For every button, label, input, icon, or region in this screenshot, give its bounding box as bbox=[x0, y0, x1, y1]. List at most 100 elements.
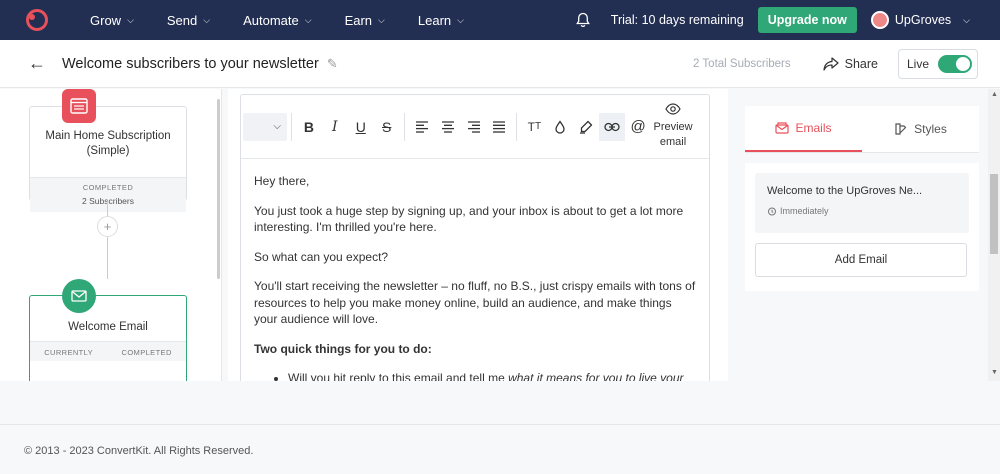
envelope-icon bbox=[62, 279, 96, 313]
body-heading: Two quick things for you to do: bbox=[254, 341, 432, 356]
pencil-icon[interactable]: ✎ bbox=[327, 56, 338, 72]
live-toggle-box: Live bbox=[898, 48, 978, 79]
trial-status: Trial: 10 days remaining bbox=[610, 13, 744, 27]
palette-icon bbox=[895, 123, 907, 135]
body-list: Will you hit reply to this email and tel… bbox=[288, 370, 696, 381]
nav-item-earn[interactable]: Earn ⌵ bbox=[345, 13, 385, 28]
avatar bbox=[870, 11, 889, 29]
body-paragraph: Hey there, bbox=[254, 174, 310, 188]
align-left-icon[interactable] bbox=[409, 113, 435, 141]
trigger-title: Main Home Subscription (Simple) bbox=[45, 130, 171, 157]
strikethrough-icon[interactable]: S bbox=[374, 113, 400, 141]
body-paragraph: You just took a huge step by signing up,… bbox=[254, 203, 684, 235]
share-button[interactable]: Share bbox=[823, 57, 878, 71]
text-style-select[interactable]: ⌵ bbox=[243, 112, 287, 141]
nav-right: Trial: 10 days remaining Upgrade now UpG… bbox=[575, 7, 1000, 33]
align-right-icon[interactable] bbox=[461, 113, 487, 141]
convertkit-logo-icon[interactable] bbox=[26, 9, 48, 31]
at-sign-icon[interactable]: @ bbox=[625, 113, 651, 141]
tab-styles[interactable]: Styles bbox=[862, 106, 979, 152]
page-scrollbar[interactable]: ▲ ▼ bbox=[988, 89, 1000, 381]
form-icon bbox=[62, 89, 96, 123]
align-center-icon[interactable] bbox=[435, 113, 461, 141]
toolbar-divider bbox=[403, 112, 405, 141]
highlight-icon[interactable] bbox=[573, 113, 599, 141]
trigger-subscribers: 2 Subscribers bbox=[82, 196, 134, 206]
add-email-button[interactable]: Add Email bbox=[755, 243, 967, 277]
preview-email-button[interactable]: Preview email bbox=[651, 103, 695, 150]
chevron-down-icon: ⌵ bbox=[963, 14, 970, 25]
bold-icon[interactable]: B bbox=[296, 113, 322, 141]
align-justify-icon[interactable] bbox=[486, 113, 512, 141]
email-editor: ⌵ B I U S TT @ Preview email Hey there, … bbox=[240, 94, 710, 381]
back-arrow-icon[interactable]: ← bbox=[28, 53, 46, 74]
connector-line bbox=[107, 201, 108, 216]
top-nav: Grow ⌵ Send ⌵ Automate ⌵ Earn ⌵ Learn ⌵ Trial… bbox=[0, 0, 1000, 40]
trigger-footer: COMPLETED 2 Subscribers bbox=[30, 177, 186, 212]
header-actions: 2 Total Subscribers Share Live bbox=[693, 48, 1000, 79]
mail-icon bbox=[775, 122, 790, 134]
share-icon bbox=[823, 56, 839, 71]
sequence-header: ← Welcome subscribers to your newsletter… bbox=[0, 40, 1000, 88]
body-paragraph: You'll start receiving the newsletter – … bbox=[254, 279, 696, 326]
underline-icon[interactable]: U bbox=[348, 113, 374, 141]
email-node-title: Welcome Email bbox=[68, 321, 148, 333]
workflow-scrollbar[interactable] bbox=[217, 99, 220, 279]
chevron-down-icon: ⌵ bbox=[457, 14, 464, 25]
main-area: Main Home Subscription (Simple) COMPLETE… bbox=[0, 89, 988, 381]
emails-sidebar: Emails Styles Welcome to the UpGroves Ne… bbox=[745, 106, 979, 291]
sidebar-tabs: Emails Styles bbox=[745, 106, 979, 153]
tab-emails[interactable]: Emails bbox=[745, 106, 862, 152]
scroll-down-icon[interactable]: ▼ bbox=[991, 369, 998, 376]
chevron-down-icon: ⌵ bbox=[378, 14, 385, 25]
email-node-currently: CURRENTLY bbox=[44, 348, 94, 357]
preview-label-2: email bbox=[659, 136, 687, 148]
nav-item-send[interactable]: Send ⌵ bbox=[167, 13, 210, 28]
italic-icon[interactable]: I bbox=[322, 113, 348, 141]
toolbar-divider bbox=[290, 112, 292, 141]
trigger-status: COMPLETED bbox=[82, 183, 134, 192]
email-node-footer: CURRENTLY COMPLETED bbox=[30, 341, 186, 361]
scroll-up-icon[interactable]: ▲ bbox=[991, 91, 998, 98]
email-node-completed: COMPLETED bbox=[121, 348, 172, 357]
alarm-clock-icon bbox=[768, 207, 776, 216]
trigger-node[interactable]: Main Home Subscription (Simple) COMPLETE… bbox=[29, 106, 187, 212]
user-menu[interactable]: UpGroves ⌵ bbox=[870, 11, 970, 29]
body-paragraph: So what can you expect? bbox=[254, 249, 389, 264]
editor-panel: ⌵ B I U S TT @ Preview email Hey there, … bbox=[228, 89, 728, 381]
chevron-down-icon: ⌵ bbox=[127, 14, 134, 25]
live-label: Live bbox=[907, 56, 930, 71]
editor-toolbar: ⌵ B I U S TT @ Preview email bbox=[241, 95, 709, 159]
workflow-panel: Main Home Subscription (Simple) COMPLETE… bbox=[0, 89, 222, 381]
page-title: Welcome subscribers to your newsletter bbox=[62, 55, 319, 72]
nav-item-automate[interactable]: Automate ⌵ bbox=[243, 13, 311, 28]
chevron-down-icon: ⌵ bbox=[273, 121, 281, 132]
add-step-button[interactable]: + bbox=[97, 216, 118, 237]
font-size-icon[interactable]: TT bbox=[521, 113, 547, 141]
email-card-timing: Immediately bbox=[767, 206, 957, 216]
emails-list: Welcome to the UpGroves Ne... Immediatel… bbox=[745, 163, 979, 291]
chevron-down-icon: ⌵ bbox=[304, 14, 312, 25]
bell-icon[interactable] bbox=[575, 12, 591, 28]
text-color-icon[interactable] bbox=[547, 113, 573, 141]
email-body[interactable]: Hey there, You just took a huge step by … bbox=[241, 159, 709, 381]
nav-item-grow[interactable]: Grow ⌵ bbox=[90, 13, 134, 28]
preview-label-1: Preview bbox=[653, 121, 693, 133]
email-node[interactable]: Welcome Email CURRENTLY COMPLETED bbox=[29, 295, 187, 381]
user-name: UpGroves bbox=[894, 13, 952, 27]
live-toggle[interactable] bbox=[938, 54, 973, 73]
connector-line bbox=[107, 237, 108, 279]
share-label: Share bbox=[844, 56, 878, 71]
upgrade-button[interactable]: Upgrade now bbox=[757, 7, 857, 33]
footer: © 2013 - 2023 ConvertKit. All Rights Res… bbox=[0, 424, 1000, 474]
eye-icon bbox=[665, 103, 681, 115]
list-item: Will you hit reply to this email and tel… bbox=[288, 370, 696, 381]
link-icon[interactable] bbox=[599, 112, 626, 141]
scrollbar-thumb[interactable] bbox=[990, 174, 998, 254]
email-card[interactable]: Welcome to the UpGroves Ne... Immediatel… bbox=[755, 173, 969, 233]
main-menu: Grow ⌵ Send ⌵ Automate ⌵ Earn ⌵ Learn ⌵ bbox=[90, 13, 497, 28]
toolbar-divider bbox=[516, 112, 518, 141]
copyright-text: © 2013 - 2023 ConvertKit. All Rights Res… bbox=[24, 445, 254, 457]
nav-item-learn[interactable]: Learn ⌵ bbox=[418, 13, 464, 28]
email-card-title: Welcome to the UpGroves Ne... bbox=[767, 185, 923, 197]
